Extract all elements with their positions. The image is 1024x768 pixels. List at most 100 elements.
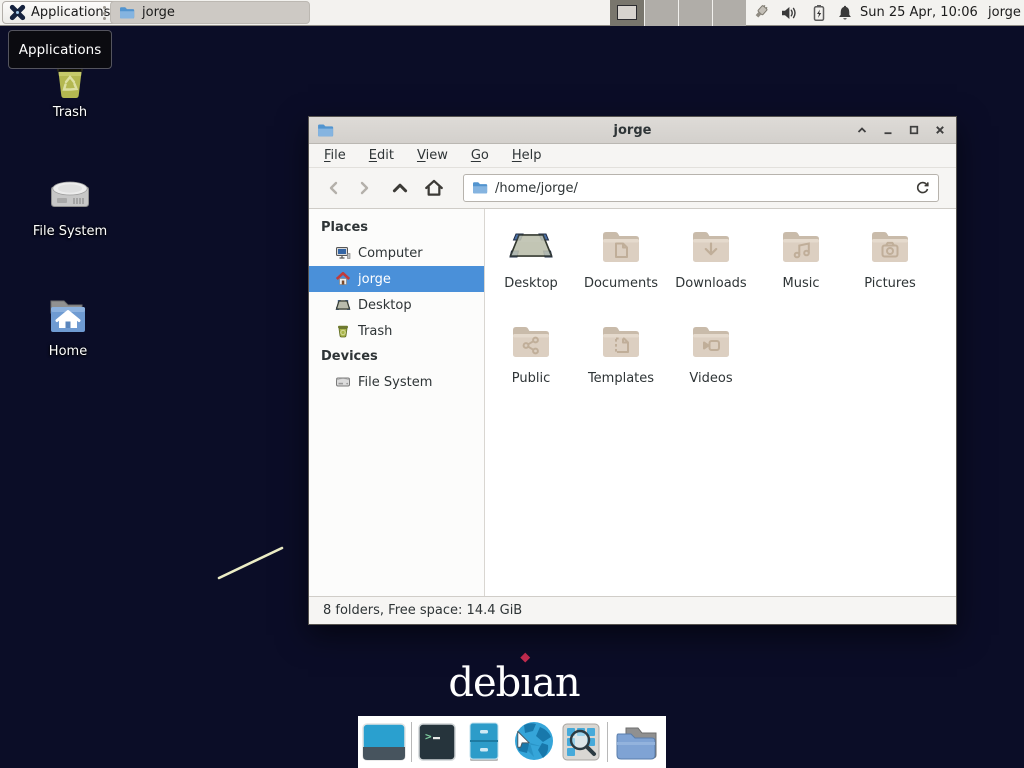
folder-label: Pictures [864,276,915,291]
taskbar-window-button[interactable]: jorge [110,1,310,24]
status-text: 8 folders, Free space: 14.4 GiB [323,603,522,618]
menu-go[interactable]: Go [471,148,489,163]
dock-folder-icon[interactable] [614,722,658,762]
battery-icon[interactable] [810,4,828,22]
videos-folder-icon [687,317,735,365]
workspace-window-thumb [617,5,637,20]
address-bar[interactable]: /home/jorge/ [463,174,939,202]
menu-view[interactable]: View [417,148,448,163]
terminal-icon[interactable]: > [418,723,456,761]
templates-folder-icon [597,317,645,365]
maximize-button[interactable] [906,122,922,138]
file-system-desktop-icon[interactable] [46,171,94,219]
sidebar-label-trash: Trash [358,324,392,339]
trash-desktop-label[interactable]: Trash [25,105,115,120]
workspace-2[interactable] [644,0,678,26]
toolbar: /home/jorge/ [309,168,956,209]
music-folder-icon [777,222,825,270]
folder-label: Templates [588,371,654,386]
back-button[interactable] [319,174,349,202]
sidebar-item-file-system[interactable]: File System [309,369,484,395]
file-cabinet-icon[interactable] [466,722,502,762]
workspace-3[interactable] [678,0,712,26]
notifications-bell-icon[interactable] [836,4,854,22]
applications-menu-icon [9,4,26,21]
folder-icon [119,5,135,21]
panel-handle[interactable] [103,6,107,20]
applications-menu-label: Applications [31,5,110,20]
icon-view[interactable]: Desktop Documents [485,209,956,596]
home-desktop-label[interactable]: Home [18,344,118,359]
menu-file[interactable]: File [324,148,346,163]
folder-item-templates[interactable]: Templates [577,317,665,386]
file-manager-window: jorge File Edit View Go Help [308,116,957,625]
folder-item-downloads[interactable]: Downloads [667,222,755,291]
sidebar-label-file-system: File System [358,375,432,390]
home-icon [335,271,351,287]
sidebar-label-jorge: jorge [358,272,391,287]
folder-label: Music [783,276,820,291]
forward-button[interactable] [349,174,379,202]
desktop: Applications jorge [0,0,1024,768]
home-button[interactable] [419,174,449,202]
folder-item-public[interactable]: Public [487,317,575,386]
sidebar-item-trash[interactable]: Trash [309,318,484,344]
desktop-trapezoid-icon [507,222,555,270]
pictures-folder-icon [866,222,914,270]
panel-clock[interactable]: Sun 25 Apr, 10:06 [860,0,978,26]
menu-help[interactable]: Help [512,148,542,163]
folder-label: Public [512,371,550,386]
sidebar-item-desktop[interactable]: Desktop [309,292,484,318]
desktop-icon [335,297,351,313]
dock-separator [607,722,608,762]
sidebar-item-computer[interactable]: Computer [309,240,484,266]
folder-item-pictures[interactable]: Pictures [846,222,934,291]
close-button[interactable] [932,122,948,138]
sidebar-header-devices: Devices [309,344,484,369]
reload-icon[interactable] [914,180,930,196]
home-desktop-icon[interactable] [44,292,92,340]
workspace-4[interactable] [712,0,746,26]
network-icon[interactable] [751,4,769,22]
app-finder-icon[interactable] [562,723,600,761]
sidebar-header-places: Places [309,215,484,240]
show-desktop-icon[interactable] [362,723,406,761]
panel-username[interactable]: jorge [988,0,1021,26]
folder-item-desktop[interactable]: Desktop [487,222,575,291]
svg-text:>: > [425,730,432,743]
up-button[interactable] [385,174,415,202]
dock-separator [411,722,412,762]
address-input[interactable]: /home/jorge/ [495,181,907,196]
computer-icon [335,245,351,261]
top-panel: Applications jorge [0,0,1024,26]
web-browser-icon[interactable] [510,719,556,765]
shade-button[interactable] [854,122,870,138]
sidebar-item-jorge[interactable]: jorge [309,266,484,292]
titlebar[interactable]: jorge [309,117,956,144]
wallpaper-stroke [212,541,290,585]
folder-label: Documents [584,276,658,291]
folder-label: Videos [689,371,732,386]
folder-item-videos[interactable]: Videos [667,317,755,386]
folder-item-music[interactable]: Music [757,222,845,291]
folder-item-documents[interactable]: Documents [577,222,665,291]
trash-icon [335,323,351,339]
sidebar-label-desktop: Desktop [358,298,412,313]
volume-icon[interactable] [780,4,798,22]
public-folder-icon [507,317,555,365]
drive-icon [335,374,351,390]
address-folder-icon [472,180,488,196]
debian-logo-i: ı [520,660,532,706]
folder-label: Desktop [504,276,558,291]
sidebar-label-computer: Computer [358,246,423,261]
applications-tooltip: Applications [8,30,112,69]
folder-label: Downloads [675,276,746,291]
file-system-desktop-label[interactable]: File System [10,224,130,239]
dock: > [358,716,666,768]
applications-menu-button[interactable]: Applications [2,1,119,24]
workspace-1[interactable] [610,0,644,26]
downloads-folder-icon [687,222,735,270]
workspace-switcher [610,0,746,26]
menu-edit[interactable]: Edit [369,148,394,163]
minimize-button[interactable] [880,122,896,138]
